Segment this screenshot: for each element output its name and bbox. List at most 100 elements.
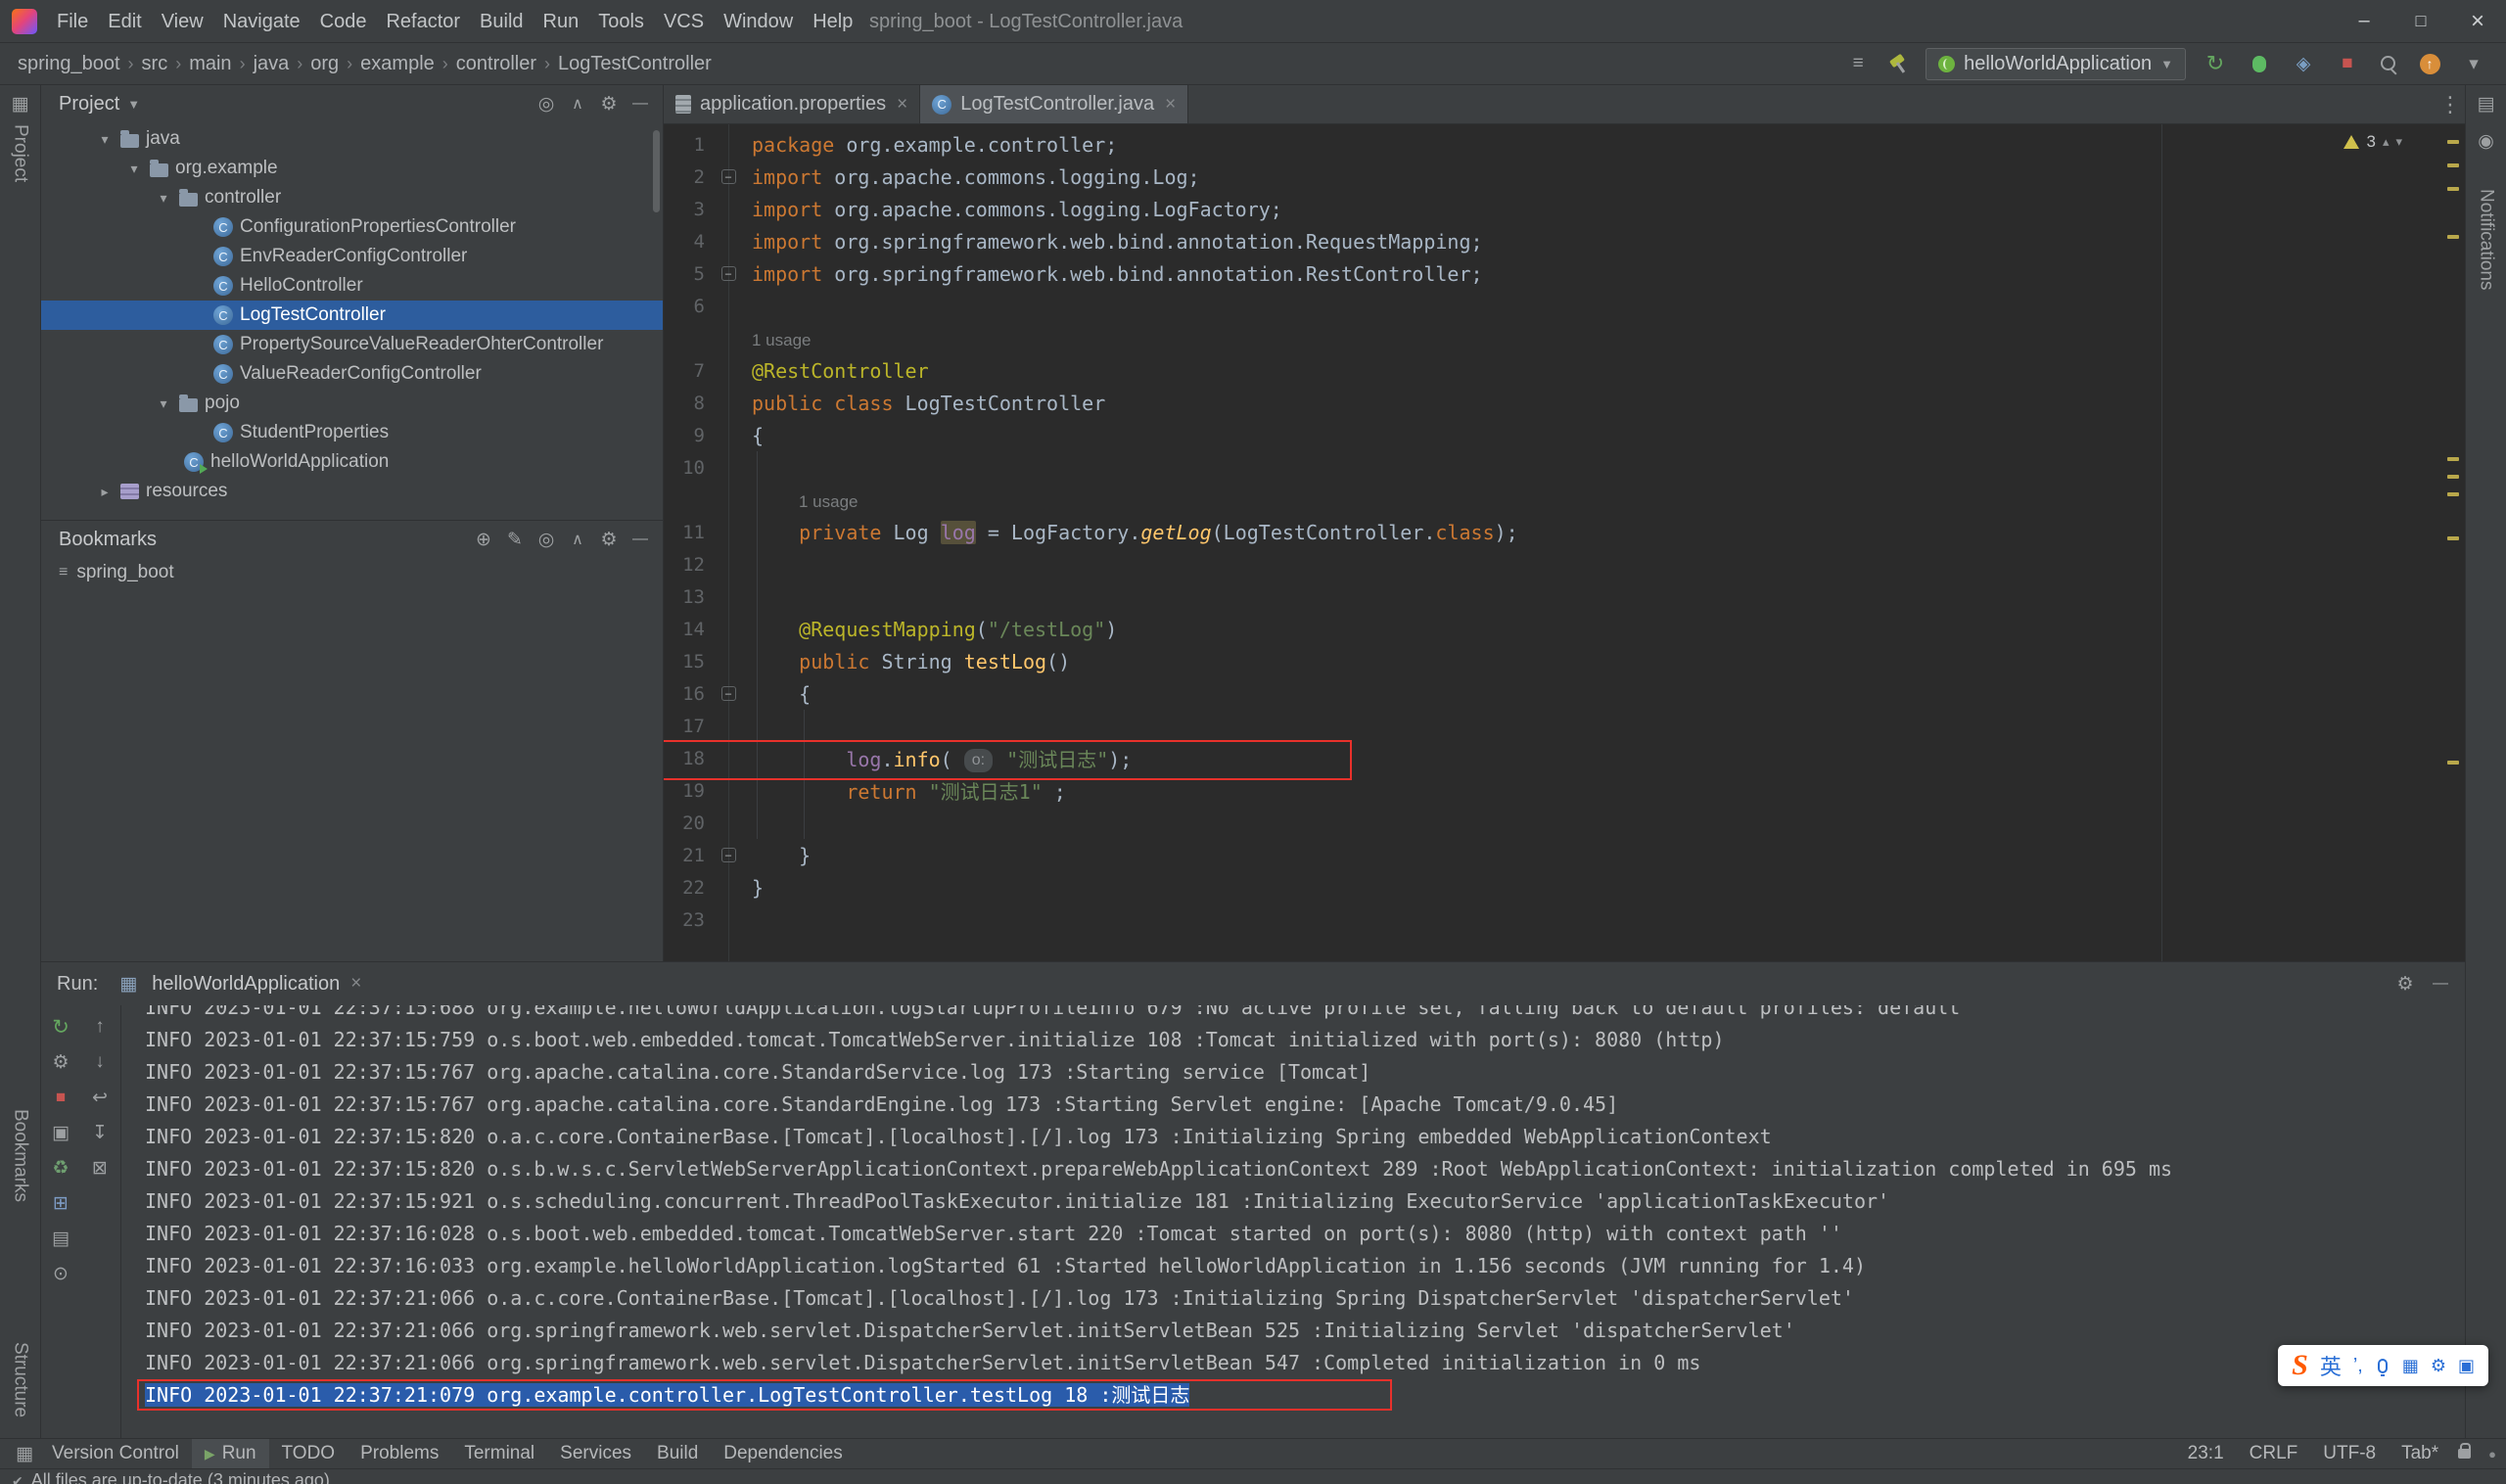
breadcrumb-item[interactable]: spring_boot bbox=[18, 53, 120, 75]
fold-icon[interactable] bbox=[721, 848, 736, 862]
status-indicator[interactable]: UTF-8 bbox=[2323, 1443, 2376, 1464]
sogou-logo-icon[interactable]: S bbox=[2292, 1349, 2308, 1382]
update-available-icon[interactable] bbox=[2420, 54, 2440, 74]
collapse-all-icon[interactable] bbox=[563, 89, 592, 118]
menu-refactor[interactable]: Refactor bbox=[376, 0, 470, 43]
breadcrumb-item[interactable]: src bbox=[142, 53, 168, 75]
project-toolwindow-icon[interactable] bbox=[6, 89, 35, 118]
edit-bookmark-icon[interactable] bbox=[500, 525, 530, 554]
statusbar-version-control[interactable]: Version Control bbox=[39, 1439, 192, 1469]
status-indicator[interactable]: 23:1 bbox=[2188, 1443, 2224, 1464]
statusbar-build[interactable]: Build bbox=[644, 1439, 711, 1469]
settings-icon[interactable] bbox=[46, 1044, 75, 1080]
tree-item-LogTestController[interactable]: LogTestController bbox=[41, 301, 663, 330]
chevron-down-icon[interactable]: ▼ bbox=[127, 97, 140, 112]
thread-dump-icon[interactable] bbox=[46, 1115, 75, 1150]
chevron-expanded-icon[interactable]: ▾ bbox=[155, 190, 172, 207]
hide-panel-icon[interactable] bbox=[626, 525, 655, 554]
close-tab-icon[interactable]: × bbox=[1165, 94, 1176, 116]
breadcrumb-item[interactable]: org bbox=[310, 53, 339, 75]
minimize-button[interactable] bbox=[2336, 0, 2392, 42]
chevron-expanded-icon[interactable]: ▾ bbox=[155, 395, 172, 412]
menu-view[interactable]: View bbox=[152, 0, 213, 43]
tree-item-resources[interactable]: ▸resources bbox=[41, 477, 663, 506]
tree-item-ValueReaderConfigController[interactable]: ValueReaderConfigController bbox=[41, 359, 663, 389]
prev-warning-icon[interactable]: ▴ bbox=[2383, 134, 2390, 150]
add-bookmark-group-icon[interactable] bbox=[469, 525, 498, 554]
maximize-button[interactable] bbox=[2392, 0, 2449, 42]
tree-item-StudentProperties[interactable]: StudentProperties bbox=[41, 418, 663, 447]
close-tab-icon[interactable]: × bbox=[350, 973, 361, 995]
fold-icon[interactable] bbox=[721, 266, 736, 281]
menu-window[interactable]: Window bbox=[714, 0, 803, 43]
bookmark-item-spring_boot[interactable]: ≡spring_boot bbox=[41, 558, 663, 587]
usages-hint[interactable]: 1 usage bbox=[752, 331, 812, 350]
chevron-expanded-icon[interactable]: ▾ bbox=[125, 161, 143, 177]
tree-item-PropertySourceValueReaderOhterController[interactable]: PropertySourceValueReaderOhterController bbox=[41, 330, 663, 359]
close-button[interactable] bbox=[2449, 0, 2506, 42]
toolbar-chevron-icon[interactable] bbox=[2459, 49, 2488, 78]
chevron-collapsed-icon[interactable]: ▸ bbox=[96, 484, 114, 500]
collapse-all-icon[interactable] bbox=[563, 525, 592, 554]
toolwindow-button-structure[interactable]: Structure bbox=[10, 1342, 31, 1417]
run-console-output[interactable]: INFO 2023-01-01 22:37:15:688 org.example… bbox=[121, 1005, 2465, 1438]
stop-icon[interactable] bbox=[46, 1080, 75, 1115]
statusbar-todo[interactable]: TODO bbox=[269, 1439, 348, 1469]
bookmarks-panel-title[interactable]: Bookmarks bbox=[59, 529, 157, 551]
fold-icon[interactable] bbox=[721, 686, 736, 701]
settings-icon[interactable] bbox=[594, 89, 624, 118]
tree-item-ConfigurationPropertiesController[interactable]: ConfigurationPropertiesController bbox=[41, 212, 663, 242]
microphone-icon[interactable] bbox=[2378, 1359, 2388, 1373]
keyboard-icon[interactable] bbox=[2402, 1356, 2419, 1376]
debug-button[interactable] bbox=[2252, 56, 2266, 72]
statusbar-dependencies[interactable]: Dependencies bbox=[711, 1439, 855, 1469]
breadcrumb-item[interactable]: LogTestController bbox=[558, 53, 712, 75]
tree-scrollbar-thumb[interactable] bbox=[653, 130, 660, 212]
rerun-icon[interactable] bbox=[46, 1009, 75, 1044]
stack-down-icon[interactable] bbox=[85, 1044, 115, 1080]
statusbar-problems[interactable]: Problems bbox=[348, 1439, 451, 1469]
statusbar-services[interactable]: Services bbox=[547, 1439, 644, 1469]
run-with-coverage-button[interactable] bbox=[2289, 49, 2318, 78]
locate-bookmark-icon[interactable] bbox=[532, 525, 561, 554]
restore-layout-icon[interactable] bbox=[46, 1185, 75, 1221]
menu-code[interactable]: Code bbox=[310, 0, 377, 43]
stack-up-icon[interactable] bbox=[85, 1009, 115, 1044]
print-icon[interactable] bbox=[46, 1221, 75, 1256]
hide-panel-icon[interactable] bbox=[626, 89, 655, 118]
rerun-application-button[interactable] bbox=[2201, 49, 2230, 78]
ime-punctuation-toggle[interactable]: ’, bbox=[2353, 1355, 2363, 1377]
run-configuration-select[interactable]: helloWorldApplication ▼ bbox=[1926, 48, 2186, 80]
readonly-lock-icon[interactable] bbox=[2458, 1449, 2471, 1459]
menu-build[interactable]: Build bbox=[470, 0, 533, 43]
status-indicator[interactable]: CRLF bbox=[2250, 1443, 2298, 1464]
statusbar-run[interactable]: Run bbox=[192, 1439, 269, 1469]
hide-panel-icon[interactable] bbox=[2426, 969, 2455, 998]
breadcrumb-item[interactable]: example bbox=[360, 53, 435, 75]
breadcrumb-item[interactable]: controller bbox=[456, 53, 536, 75]
editor-tab-LogTestController.java[interactable]: LogTestController.java× bbox=[920, 85, 1188, 123]
menu-vcs[interactable]: VCS bbox=[654, 0, 714, 43]
clear-icon[interactable] bbox=[85, 1150, 115, 1185]
select-opened-file-icon[interactable] bbox=[532, 89, 561, 118]
layout-icon[interactable] bbox=[2472, 89, 2501, 118]
vcs-changes-icon[interactable] bbox=[1843, 49, 1873, 78]
tree-item-java[interactable]: ▾java bbox=[41, 124, 663, 154]
toolwindow-switcher-icon[interactable] bbox=[10, 1439, 39, 1468]
search-everywhere-icon[interactable] bbox=[2377, 52, 2400, 75]
run-console-tab[interactable]: helloWorldApplication × bbox=[114, 969, 361, 998]
menu-help[interactable]: Help bbox=[803, 0, 862, 43]
fold-icon[interactable] bbox=[721, 169, 736, 184]
next-warning-icon[interactable]: ▾ bbox=[2395, 134, 2402, 150]
stop-button[interactable] bbox=[2333, 49, 2362, 78]
gc-icon[interactable] bbox=[46, 1150, 75, 1185]
statusbar-terminal[interactable]: Terminal bbox=[451, 1439, 547, 1469]
usages-hint[interactable]: 1 usage bbox=[799, 492, 859, 512]
tree-item-org.example[interactable]: ▾org.example bbox=[41, 154, 663, 183]
tree-item-EnvReaderConfigController[interactable]: EnvReaderConfigController bbox=[41, 242, 663, 271]
ime-toolbox-icon[interactable] bbox=[2431, 1356, 2446, 1376]
menu-navigate[interactable]: Navigate bbox=[213, 0, 310, 43]
menu-run[interactable]: Run bbox=[534, 0, 589, 43]
chevron-expanded-icon[interactable]: ▾ bbox=[96, 131, 114, 148]
toolwindow-button-bookmarks[interactable]: Bookmarks bbox=[10, 1109, 31, 1202]
